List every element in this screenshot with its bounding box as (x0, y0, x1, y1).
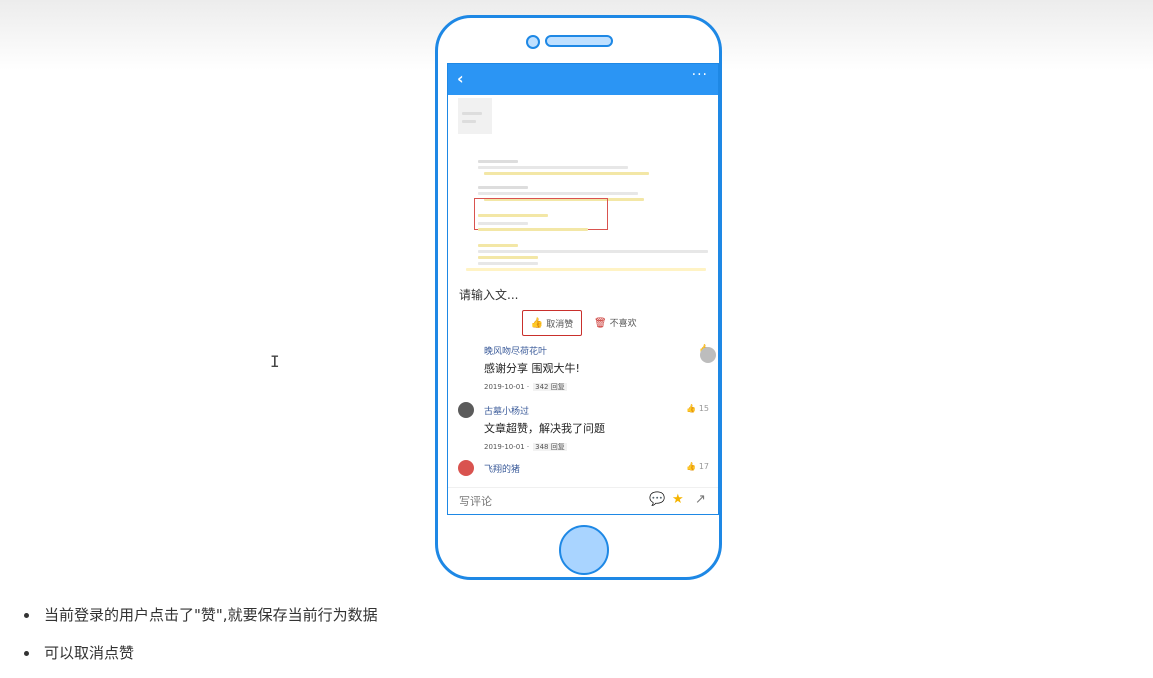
comment-icon[interactable]: 💬 (649, 492, 665, 507)
thumbs-up-icon: 👍 (686, 404, 697, 413)
thumbs-up-icon: 👍 (686, 462, 697, 471)
text-cursor-icon: I (270, 352, 280, 371)
avatar (458, 342, 474, 358)
comment-date: 2019-10-01 · (484, 383, 530, 391)
share-icon[interactable]: ↗ (695, 492, 706, 507)
app-header: ‹ ··· (448, 64, 718, 95)
comment-text: 感谢分享 围观大牛! (484, 362, 580, 375)
dislike-button[interactable]: 🗑 不喜欢 (594, 316, 637, 329)
code-screenshot (458, 98, 710, 271)
code-thumbnail (458, 98, 492, 134)
phone-mockup: ‹ ··· 请输入文... 👍 取消赞 🗑 不喜欢 晚风吻尽荷花叶 感谢分享 围… (435, 15, 722, 580)
comment-meta: 2019-10-01 · 342 回复 (484, 382, 567, 392)
code-line (478, 214, 548, 217)
bullet-list: 当前登录的用户点击了"赞",就要保存当前行为数据 可以取消点赞 (22, 602, 378, 678)
avatar (458, 460, 474, 476)
comment-meta: 2019-10-01 · 348 回复 (484, 442, 567, 452)
code-line (462, 120, 476, 123)
reply-count[interactable]: 342 回复 (533, 383, 567, 391)
comment-bottom-bar: 写评论 💬 ★ ↗ (448, 487, 718, 514)
code-line (478, 244, 518, 247)
comment-like-count-value: 15 (698, 404, 709, 413)
more-icon[interactable]: ··· (692, 67, 708, 83)
dislike-label: 不喜欢 (609, 319, 637, 329)
comment-like-count[interactable]: 👍 17 (686, 462, 709, 471)
comment-text: 文章超赞，解决我了问题 (484, 422, 605, 435)
avatar (458, 402, 474, 418)
back-icon[interactable]: ‹ (457, 69, 464, 88)
comment-username[interactable]: 古墓小杨过 (484, 404, 529, 417)
comment-username[interactable]: 晚风吻尽荷花叶 (484, 344, 547, 357)
comment-date: 2019-10-01 · (484, 443, 530, 451)
code-line (478, 222, 528, 225)
scroll-indicator[interactable] (700, 347, 716, 363)
code-line (478, 166, 628, 169)
code-line (478, 192, 638, 195)
unlike-label: 取消赞 (546, 319, 574, 330)
code-line (478, 256, 538, 259)
phone-screen: ‹ ··· 请输入文... 👍 取消赞 🗑 不喜欢 晚风吻尽荷花叶 感谢分享 围… (447, 63, 719, 515)
comment-input-hint[interactable]: 请输入文... (459, 286, 518, 303)
comment-like-count-value: 17 (698, 462, 709, 471)
code-line (478, 160, 518, 163)
thumbs-up-icon: 👍 (530, 317, 544, 329)
code-line (478, 228, 588, 231)
unlike-button[interactable]: 👍 取消赞 (522, 310, 582, 336)
write-comment-input[interactable]: 写评论 (459, 493, 492, 509)
code-line (478, 186, 528, 189)
comment-username[interactable]: 飞翔的猪 (484, 462, 520, 475)
star-icon[interactable]: ★ (672, 492, 684, 507)
code-line (478, 250, 708, 253)
list-item: 可以取消点赞 (22, 640, 378, 678)
code-line (484, 172, 649, 175)
reply-count[interactable]: 348 回复 (533, 443, 567, 451)
home-button (559, 525, 609, 575)
camera-icon (526, 35, 540, 49)
code-line (466, 268, 706, 271)
trash-icon: 🗑 (594, 318, 607, 329)
list-item: 当前登录的用户点击了"赞",就要保存当前行为数据 (22, 602, 378, 640)
comment-like-count[interactable]: 👍 15 (686, 404, 709, 413)
code-line (478, 262, 538, 265)
code-line (462, 112, 482, 115)
speaker-icon (545, 35, 613, 47)
